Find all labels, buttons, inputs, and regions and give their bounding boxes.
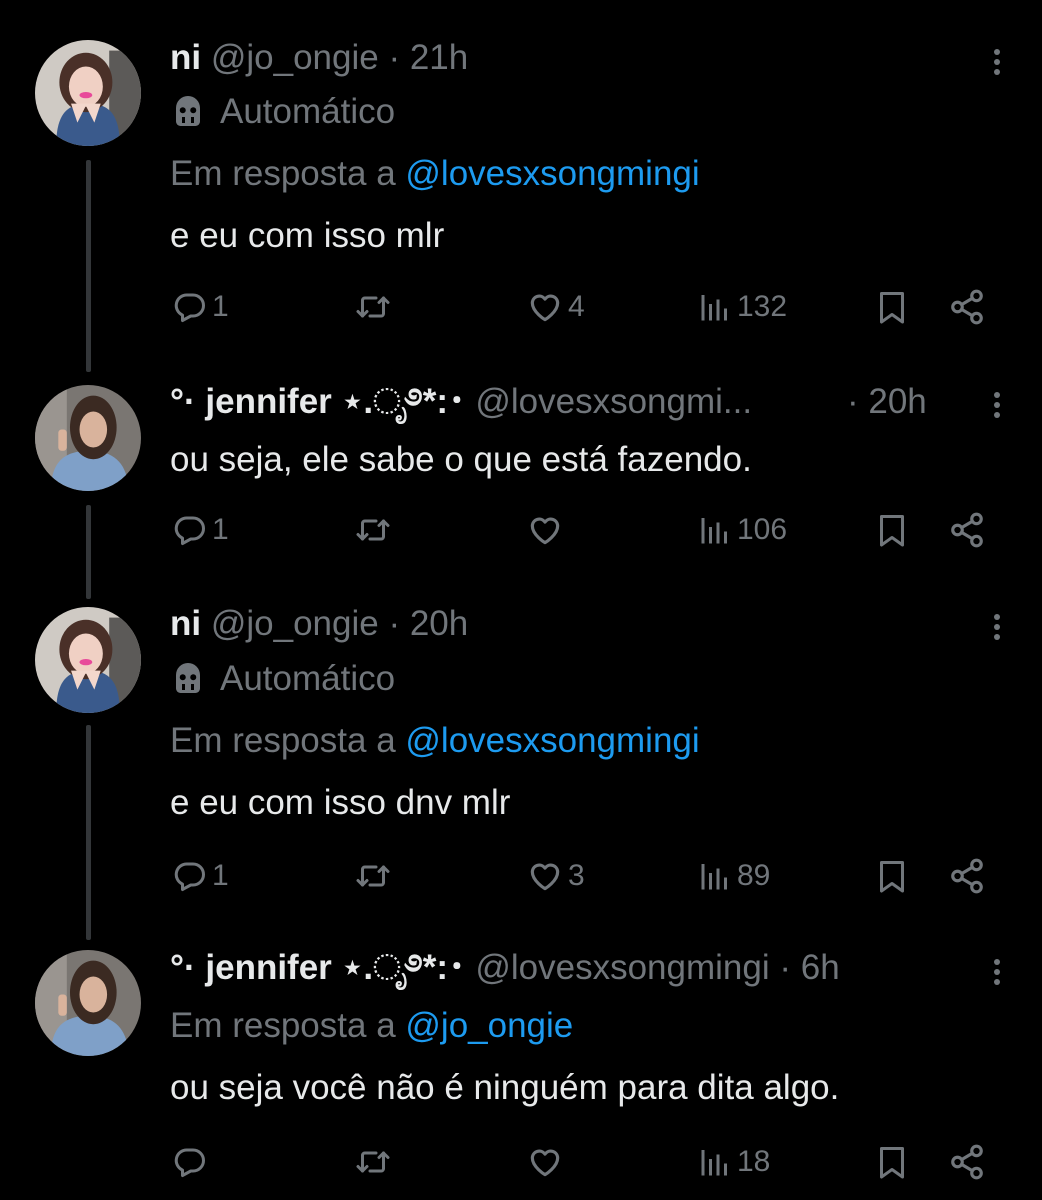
retweet-icon xyxy=(355,512,391,548)
reply-context: Em resposta a @jo_ongie xyxy=(170,1006,574,1045)
heart-icon xyxy=(526,288,564,326)
more-icon[interactable] xyxy=(974,950,1002,994)
views-button[interactable]: 18 xyxy=(697,1137,770,1187)
automated-label: Automático xyxy=(170,659,395,699)
views-icon xyxy=(697,858,733,894)
share-icon xyxy=(948,1143,986,1181)
more-icon[interactable] xyxy=(974,40,1002,84)
retweet-icon xyxy=(355,1144,391,1180)
share-button[interactable] xyxy=(948,505,986,555)
timestamp[interactable]: · 20h xyxy=(388,604,468,643)
reply-context: Em resposta a @lovesxsongmingi xyxy=(170,721,700,760)
tweet-header: °· jennifer ⋆.ೃ࿔*:･ @lovesxsongmingi · 6… xyxy=(170,948,840,988)
retweet-button[interactable] xyxy=(355,282,395,332)
action-bar: 1 106 xyxy=(0,505,1042,555)
views-button[interactable]: 89 xyxy=(697,851,770,901)
reply-icon xyxy=(172,512,208,548)
tweet-text: ou seja, ele sabe o que está fazendo. xyxy=(170,440,752,479)
handle[interactable]: @jo_ongie xyxy=(211,38,379,77)
retweet-button[interactable] xyxy=(355,851,395,901)
tweet-text: e eu com isso mlr xyxy=(170,216,445,255)
thread-connector xyxy=(86,725,91,940)
bookmark-button[interactable] xyxy=(874,1137,910,1187)
mention-link[interactable]: @lovesxsongmingi xyxy=(405,721,699,760)
bookmark-icon xyxy=(874,510,910,550)
bot-icon xyxy=(170,660,206,696)
avatar[interactable] xyxy=(35,385,141,491)
share-icon xyxy=(948,511,986,549)
avatar[interactable] xyxy=(35,607,141,713)
tweet-text: ou seja você não é ninguém para dita alg… xyxy=(170,1068,840,1107)
share-button[interactable] xyxy=(948,1137,986,1187)
bookmark-icon xyxy=(874,1142,910,1182)
bookmark-button[interactable] xyxy=(874,851,910,901)
tweet-text: e eu com isso dnv mlr xyxy=(170,783,511,822)
retweet-icon xyxy=(355,858,391,894)
action-bar: 1 4 132 xyxy=(0,282,1042,332)
heart-icon xyxy=(526,1143,564,1181)
tweet-header: ni @jo_ongie · 20h xyxy=(170,604,468,644)
action-bar: 1 3 89 xyxy=(0,851,1042,901)
share-icon xyxy=(948,857,986,895)
like-button[interactable]: 3 xyxy=(526,851,585,901)
bookmark-icon xyxy=(874,287,910,327)
avatar[interactable] xyxy=(35,950,141,1056)
action-bar: 18 xyxy=(0,1137,1042,1187)
display-name[interactable]: ni xyxy=(170,604,201,643)
heart-icon xyxy=(526,511,564,549)
display-name[interactable]: °· jennifer ⋆.ೃ࿔*:･ xyxy=(170,382,466,421)
bookmark-button[interactable] xyxy=(874,282,910,332)
display-name[interactable]: °· jennifer ⋆.ೃ࿔*:･ xyxy=(170,948,466,987)
avatar[interactable] xyxy=(35,40,141,146)
reply-button[interactable] xyxy=(172,1137,212,1187)
views-icon xyxy=(697,289,733,325)
handle[interactable]: @lovesxsongmingi xyxy=(475,948,769,987)
bot-icon xyxy=(170,93,206,129)
mention-link[interactable]: @lovesxsongmingi xyxy=(405,154,699,193)
tweet-header: ni @jo_ongie · 21h xyxy=(170,38,468,78)
views-icon xyxy=(697,512,733,548)
handle[interactable]: @jo_ongie xyxy=(211,604,379,643)
more-icon[interactable] xyxy=(974,605,1002,649)
reply-icon xyxy=(172,858,208,894)
reply-thread: ni @jo_ongie · 21h Automático Em respost… xyxy=(0,0,1042,1200)
retweet-button[interactable] xyxy=(355,505,395,555)
views-icon xyxy=(697,1144,733,1180)
bookmark-icon xyxy=(874,856,910,896)
views-button[interactable]: 106 xyxy=(697,505,787,555)
reply-context: Em resposta a @lovesxsongmingi xyxy=(170,154,700,193)
reply-button[interactable]: 1 xyxy=(172,505,229,555)
thread-connector xyxy=(86,160,91,372)
timestamp[interactable]: · 21h xyxy=(388,38,468,77)
reply-icon xyxy=(172,1144,208,1180)
retweet-icon xyxy=(355,289,391,325)
like-button[interactable] xyxy=(526,505,568,555)
share-button[interactable] xyxy=(948,282,986,332)
display-name[interactable]: ni xyxy=(170,38,201,77)
tweet-header: °· jennifer ⋆.ೃ࿔*:･ @lovesxsongmi... xyxy=(170,382,752,422)
share-button[interactable] xyxy=(948,851,986,901)
timestamp[interactable]: · 6h xyxy=(779,948,839,987)
retweet-button[interactable] xyxy=(355,1137,395,1187)
views-button[interactable]: 132 xyxy=(697,282,787,332)
reply-button[interactable]: 1 xyxy=(172,851,229,901)
more-icon[interactable] xyxy=(974,383,1002,427)
automated-label: Automático xyxy=(170,92,395,132)
heart-icon xyxy=(526,857,564,895)
reply-button[interactable]: 1 xyxy=(172,282,229,332)
bookmark-button[interactable] xyxy=(874,505,910,555)
timestamp[interactable]: · 20h xyxy=(847,382,927,422)
share-icon xyxy=(948,288,986,326)
like-button[interactable]: 4 xyxy=(526,282,585,332)
mention-link[interactable]: @jo_ongie xyxy=(405,1006,573,1045)
reply-icon xyxy=(172,289,208,325)
like-button[interactable] xyxy=(526,1137,568,1187)
handle[interactable]: @lovesxsongmi... xyxy=(475,382,752,421)
